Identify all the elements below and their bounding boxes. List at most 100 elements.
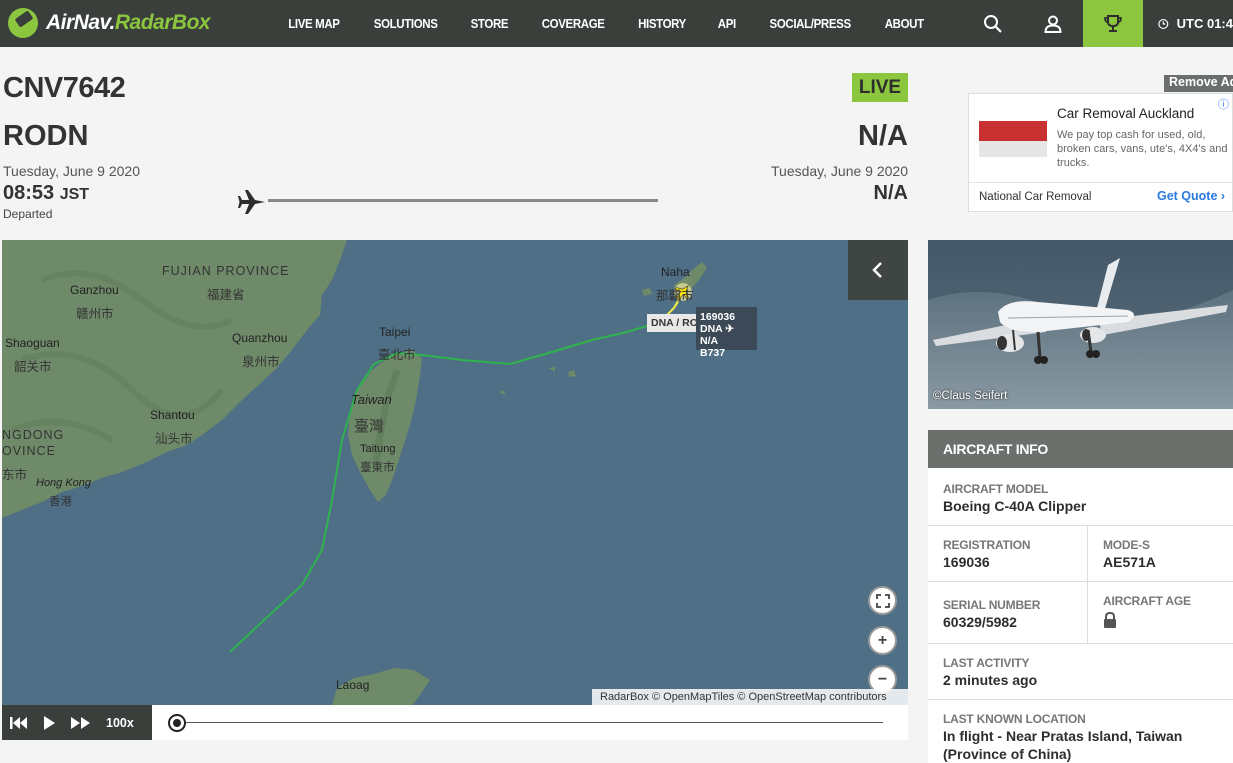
label-shantou-zh: 汕头市 [155,432,193,446]
departure-status: Departed [3,207,53,221]
destination-airport-code: N/A [858,120,908,152]
nav-icon-group: UTC 01:4 [963,0,1233,47]
ad-cta-label: Get Quote [1157,189,1218,203]
label-quanzhou-zh: 泉州市 [242,355,280,369]
skip-back-icon [10,716,27,729]
serial-row: SERIAL NUMBER 60329/5982 AIRCRAFT AGE [928,582,1233,644]
label-taiwan-zh: 臺灣 [354,418,385,435]
map-attribution[interactable]: RadarBox © OpenMapTiles © OpenStreetMap … [592,689,908,706]
nav-live-map[interactable]: LIVE MAP [288,17,340,31]
label-shaoguan-zh: 韶关市 [14,360,52,374]
zoom-in-button[interactable]: + [868,626,897,655]
aircraft-info-header: AIRCRAFT INFO [928,430,1233,468]
clock-icon [1158,18,1169,29]
label-guangdong: NGDONG [2,428,65,442]
departure-time: 08:53 JST [3,182,89,205]
ad-info-icon[interactable]: ⓘ [1218,96,1229,112]
flight-map[interactable]: FUJIAN PROVINCE 福建省 Ganzhou 赣州市 Quanzhou… [2,240,908,706]
utc-time: UTC 01:4 [1176,16,1233,31]
account-button[interactable] [1023,0,1083,47]
flight-track [229,325,648,653]
label-ganzhou: Ganzhou [70,283,119,297]
play-icon [44,715,55,730]
label-hongkong-zh: 香港 [49,496,72,508]
live-status-badge: LIVE [852,73,908,102]
label-hongkong: Hong Kong [36,477,92,489]
ad-thumbnail [979,121,1047,157]
last-activity-label: LAST ACTIVITY [943,656,1030,670]
trophy-button[interactable] [1083,0,1143,47]
label-shaoguan: Shaoguan [5,336,60,350]
nav-coverage[interactable]: COVERAGE [542,17,605,31]
mode-s-value: AE571A [1103,554,1156,570]
playback-controls: 100x [2,705,152,740]
playback-slider-track[interactable] [177,722,883,723]
fullscreen-button[interactable] [868,586,897,615]
column-divider [1087,582,1088,644]
last-activity-value: 2 minutes ago [943,672,1038,688]
logo-primary: AirNav. [46,11,115,34]
playback-bar: 100x [2,705,908,740]
serial-number-label: SERIAL NUMBER [943,598,1041,612]
arrival-time: N/A [873,182,908,204]
remove-ad-button[interactable]: Remove Ad [1164,75,1233,92]
label-quanzhou: Quanzhou [232,331,288,345]
airplane-icon [238,189,266,220]
search-icon [984,14,1002,33]
flight-tag-type: B737 [700,347,726,359]
fast-forward-button[interactable] [71,716,91,730]
aircraft-photo[interactable]: ©Claus Seifert [928,240,1233,409]
search-button[interactable] [963,0,1023,47]
airnav-logo[interactable]: AirNav.RadarBox [8,4,211,42]
origin-airport-code[interactable]: RODN [3,120,88,153]
departure-time-value: 08:53 [3,182,55,204]
trophy-icon [1104,14,1122,32]
ad-title[interactable]: Car Removal Auckland [1057,106,1194,121]
last-location-label: LAST KNOWN LOCATION [943,712,1086,726]
plus-icon: + [877,631,888,649]
last-location-value: In flight - Near Pratas Island, Taiwan (… [943,728,1183,762]
origin-date: Tuesday, June 9 2020 [3,163,140,179]
departure-timezone: JST [59,186,90,203]
aircraft-photo-image [928,240,1233,364]
play-button[interactable] [43,715,56,730]
lock-icon[interactable] [1103,611,1117,634]
utc-clock[interactable]: UTC 01:4 [1143,15,1233,33]
fullscreen-icon [875,593,890,608]
logo-secondary: RadarBox [114,11,211,34]
user-icon [1044,15,1062,33]
flight-tag-route: DNA ✈ N/A [700,323,735,347]
route-tag[interactable]: DNA / RODN [647,314,702,332]
playback-speed[interactable]: 100x [106,716,134,730]
nav-history[interactable]: HISTORY [638,17,686,31]
aircraft-model-value[interactable]: Boeing C-40A Clipper [943,497,1086,515]
chevron-left-icon [872,262,882,278]
mode-s-label: MODE-S [1103,538,1150,552]
skip-back-button[interactable] [10,716,28,730]
collapse-panel-button[interactable] [848,240,908,300]
ad-description: We pay top cash for used, old, broken ca… [1057,129,1228,169]
registration-value[interactable]: 169036 [943,553,990,571]
flight-progress-bar [268,199,658,202]
playback-slider-handle[interactable] [168,714,186,732]
serial-number-value: 60329/5982 [943,614,1017,630]
nav-store[interactable]: STORE [471,17,509,31]
label-taitung-zh: 臺東市 [360,462,395,474]
label-naha-zh: 那覇市 [656,289,694,303]
aircraft-model-cell: AIRCRAFT MODEL Boeing C-40A Clipper [928,468,1233,526]
nav-solutions[interactable]: SOLUTIONS [374,17,438,31]
nav-api[interactable]: API [718,17,736,31]
label-taipei: Taipei [379,325,411,339]
label-ganzhou-zh: 赣州市 [76,307,114,321]
flight-tag[interactable]: 169036 DNA ✈ N/A B737 [696,307,757,359]
label-province: OVINCE [2,444,56,458]
label-taiwan: Taiwan [351,392,392,407]
ad-cta-button[interactable]: Get Quote › [1157,189,1225,203]
label-taitung: Taitung [360,443,396,455]
last-location-row: LAST KNOWN LOCATION In flight - Near Pra… [928,700,1233,763]
nav-social-press[interactable]: SOCIAL/PRESS [770,17,852,31]
nav-about[interactable]: ABOUT [885,17,924,31]
label-laoag: Laoag [336,678,370,692]
label-taipei-zh: 臺北市 [378,348,416,362]
ad-banner[interactable]: ⓘ Car Removal Auckland We pay top cash f… [968,93,1233,212]
